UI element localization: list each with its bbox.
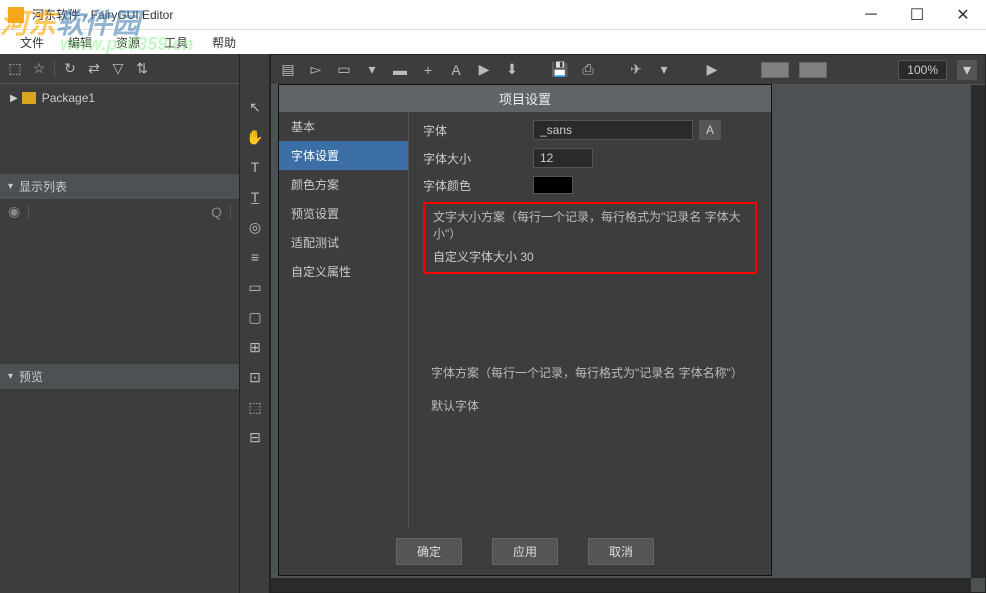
preview-header[interactable]: ▾ 预览 — [0, 364, 239, 389]
saveall-icon[interactable]: ⎙ — [579, 61, 597, 79]
font-scheme-label: 字体方案（每行一个记录，每行格式为"记录名 字体名称"） — [431, 364, 749, 381]
menu-tools[interactable]: 工具 — [152, 32, 200, 53]
send-dropdown-icon[interactable]: ▾ — [655, 61, 673, 79]
dialog-sidebar: 基本 字体设置 颜色方案 预览设置 适配测试 自定义属性 — [279, 112, 409, 528]
tool-column: ↖ ✋ T T̲ ◎ ≡ ▭ ▢ ⊞ ⊡ ⬚ ⊟ — [240, 54, 270, 593]
scrollbar-horizontal[interactable] — [271, 578, 971, 592]
ok-button[interactable]: 确定 — [396, 538, 462, 565]
font-label: 字体 — [423, 122, 533, 139]
star-icon[interactable]: ☆ — [30, 60, 48, 78]
sort-icon[interactable]: ⇅ — [133, 60, 151, 78]
group-tool[interactable]: ⊞ — [240, 332, 270, 362]
sidebar-item-preview[interactable]: 预览设置 — [279, 199, 408, 228]
menu-resource[interactable]: 资源 — [104, 32, 152, 53]
text-tool[interactable]: T — [240, 152, 270, 182]
sidebar-item-adapt[interactable]: 适配测试 — [279, 228, 408, 257]
menu-edit[interactable]: 编辑 — [56, 32, 104, 53]
download-icon[interactable]: ⬇ — [503, 61, 521, 79]
graph2-tool[interactable]: ⬚ — [240, 392, 270, 422]
window-title: 河东软件 - FairyGUI Editor — [32, 6, 848, 23]
cube-icon[interactable]: ⬚ — [6, 60, 24, 78]
app-icon — [8, 7, 24, 23]
cancel-button[interactable]: 取消 — [588, 538, 654, 565]
text-scheme-textarea[interactable]: 自定义字体大小 30 — [433, 248, 747, 268]
hand-tool[interactable]: ✋ — [240, 122, 270, 152]
chevron-down-icon: ▾ — [8, 181, 13, 192]
display-search-row: ◉ Q — [0, 199, 239, 224]
folder-icon — [22, 92, 36, 104]
library-toolbar: ⬚ ☆ ↻ ⇄ ▽ ⇅ — [0, 54, 239, 84]
maximize-button[interactable]: ☐ — [894, 0, 940, 30]
dialog-title: 项目设置 — [279, 85, 771, 112]
pointer-tool[interactable]: ↖ — [240, 92, 270, 122]
component-tool[interactable]: ⊡ — [240, 362, 270, 392]
dropdown-icon[interactable]: ▾ — [363, 61, 381, 79]
sidebar-item-basic[interactable]: 基本 — [279, 112, 408, 141]
font-scheme-textarea[interactable]: 默认字体 — [431, 393, 749, 453]
scrollbar-vertical[interactable] — [971, 85, 985, 578]
menu-help[interactable]: 帮助 — [200, 32, 248, 53]
menu-file[interactable]: 文件 — [8, 32, 56, 53]
font-picker-button[interactable]: A — [699, 120, 721, 140]
zoom-display[interactable]: 100% — [898, 60, 947, 80]
sidebar-item-font[interactable]: 字体设置 — [279, 141, 408, 170]
preview-title: 预览 — [19, 368, 43, 385]
window-titlebar: 河东软件 - FairyGUI Editor ─ ☐ ✕ — [0, 0, 986, 30]
refresh-icon[interactable]: ↻ — [61, 60, 79, 78]
sidebar-item-custom[interactable]: 自定义属性 — [279, 257, 408, 286]
richtext-tool[interactable]: T̲ — [240, 182, 270, 212]
library-item-label: Package1 — [42, 91, 95, 105]
dialog-footer: 确定 应用 取消 — [279, 528, 771, 575]
rect-tool[interactable]: ▢ — [240, 302, 270, 332]
display-list-title: 显示列表 — [19, 178, 67, 195]
save2-icon[interactable]: 💾 — [551, 61, 569, 79]
filter-icon[interactable]: ▽ — [109, 60, 127, 78]
play-icon[interactable]: ▶ — [475, 61, 493, 79]
send-icon[interactable]: ✈ — [627, 61, 645, 79]
chevron-down-icon: ▾ — [8, 371, 13, 382]
apply-button[interactable]: 应用 — [492, 538, 558, 565]
swap-icon[interactable]: ⇄ — [85, 60, 103, 78]
export-icon[interactable]: ▻ — [307, 61, 325, 79]
run-icon[interactable]: ▶ — [703, 61, 721, 79]
plus-icon[interactable]: + — [419, 61, 437, 79]
minus-icon[interactable]: ▬ — [391, 61, 409, 79]
eye-icon[interactable]: ◉ — [8, 203, 20, 220]
text-scheme-section: 文字大小方案（每行一个记录，每行格式为"记录名 字体大小"） 自定义字体大小 3… — [423, 202, 757, 274]
tree-tool[interactable]: ⊟ — [240, 422, 270, 452]
color-label: 字体颜色 — [423, 177, 533, 194]
project-settings-dialog: 项目设置 基本 字体设置 颜色方案 预览设置 适配测试 自定义属性 字体 A 字… — [278, 84, 772, 576]
search-icon[interactable]: Q — [211, 204, 222, 220]
sidebar-item-color[interactable]: 颜色方案 — [279, 170, 408, 199]
save-icon[interactable]: ▤ — [279, 61, 297, 79]
canvas-toolbar: ▤ ▻ ▭ ▾ ▬ + A ▶ ⬇ 💾 ⎙ ✈ ▾ ▶ 100% — [271, 55, 985, 85]
size-label: 字体大小 — [423, 150, 533, 167]
size-input[interactable] — [533, 148, 593, 168]
rect-icon[interactable]: ▭ — [335, 61, 353, 79]
color-picker[interactable] — [533, 176, 573, 194]
expand-icon: ▶ — [10, 93, 18, 104]
display-list-header[interactable]: ▾ 显示列表 — [0, 174, 239, 199]
close-button[interactable]: ✕ — [940, 0, 986, 30]
font-input[interactable] — [533, 120, 693, 140]
zoom-dropdown[interactable]: ▾ — [957, 60, 977, 80]
text-scheme-label: 文字大小方案（每行一个记录，每行格式为"记录名 字体大小"） — [433, 208, 747, 242]
menubar: 文件 编辑 资源 工具 帮助 — [0, 30, 986, 54]
graph-tool[interactable]: ◎ — [240, 212, 270, 242]
list-tool[interactable]: ≡ — [240, 242, 270, 272]
fg-color-swatch[interactable] — [799, 62, 827, 78]
library-item[interactable]: ▶ Package1 — [4, 88, 235, 108]
dialog-content: 字体 A 字体大小 字体颜色 文字大小方案（每行一个记录，每行格式为"记录名 字… — [409, 112, 771, 528]
loader-tool[interactable]: ▭ — [240, 272, 270, 302]
bg-color-swatch[interactable] — [761, 62, 789, 78]
minimize-button[interactable]: ─ — [848, 0, 894, 30]
text-icon[interactable]: A — [447, 61, 465, 79]
